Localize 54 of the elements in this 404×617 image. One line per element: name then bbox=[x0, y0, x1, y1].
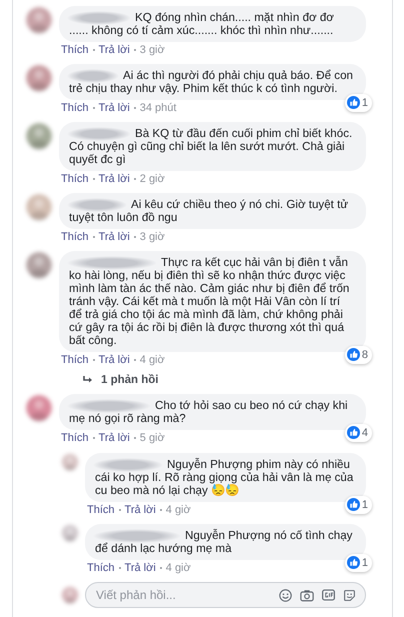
thumbs-up-icon bbox=[346, 556, 360, 570]
reply-arrow-icon bbox=[83, 376, 93, 384]
like-link[interactable]: Thích bbox=[87, 503, 115, 517]
reaction-badge[interactable]: 1 bbox=[344, 554, 372, 572]
reaction-count: 1 bbox=[362, 96, 368, 110]
reply-link[interactable]: Trả lời bbox=[124, 503, 156, 517]
gif-icon[interactable] bbox=[322, 589, 335, 601]
comment-text: Bà KQ từ đầu đến cuối phim chỉ biết khóc. Có chuyện gì cũng chỉ biết la lên sướt mướt. Chả giải quyết đc gì bbox=[69, 127, 354, 166]
reaction-count: 1 bbox=[362, 556, 368, 570]
reply-link[interactable]: Trả lời bbox=[98, 43, 130, 57]
comment-time: 3 giờ bbox=[140, 230, 165, 244]
comment-time: 2 giờ bbox=[140, 172, 165, 186]
comment-time: 4 giờ bbox=[166, 561, 191, 575]
like-link[interactable]: Thích bbox=[61, 101, 89, 115]
comment-text: Ai ác thì người đó phải chịu quả báo. Để con trẻ chịu thay như vậy. Phim kết thúc k có tình người. bbox=[69, 69, 354, 95]
reaction-badge[interactable]: 4 bbox=[344, 424, 372, 442]
reply-input[interactable]: Viết phản hồi... bbox=[85, 582, 366, 608]
thumbs-up-icon bbox=[346, 498, 360, 512]
thumbs-up-icon bbox=[346, 426, 360, 440]
like-link[interactable]: Thích bbox=[61, 353, 89, 367]
reaction-count: 8 bbox=[362, 348, 368, 362]
thumbs-up-icon bbox=[346, 96, 360, 110]
comment-time: 3 giờ bbox=[140, 43, 165, 57]
reply-link[interactable]: Trả lời bbox=[98, 101, 130, 115]
emoji-icon[interactable] bbox=[279, 588, 292, 602]
comment-time: 34 phút bbox=[140, 101, 176, 115]
comment-text: Nguyễn Phượng phim này có nhiều cái ko hợp lí. Rõ ràng giọng của hải vân là mẹ của cu beo mà nó lại chạy 😓😓 bbox=[95, 458, 354, 497]
reply-link[interactable]: Trả lời bbox=[98, 353, 130, 367]
like-link[interactable]: Thích bbox=[61, 431, 89, 445]
comment-time: 5 giờ bbox=[140, 431, 165, 445]
camera-icon[interactable] bbox=[300, 588, 314, 602]
comment-text: Nguyễn Phượng nó cố tình chạy để dánh lạc hướng mẹ mà bbox=[95, 529, 354, 555]
like-link[interactable]: Thích bbox=[87, 561, 115, 575]
comment-time: 4 giờ bbox=[140, 353, 165, 367]
reaction-count: 4 bbox=[362, 426, 368, 440]
reaction-count: 1 bbox=[362, 498, 368, 512]
reply-link[interactable]: Trả lời bbox=[124, 561, 156, 575]
comment-text: Cho tớ hỏi sao cu beo nó cứ chạy khi mẹ nó gọi rõ ràng mà? bbox=[69, 399, 349, 425]
like-link[interactable]: Thích bbox=[61, 43, 89, 57]
reply-link[interactable]: Trả lời bbox=[98, 230, 130, 244]
reaction-badge[interactable]: 1 bbox=[344, 496, 372, 514]
reply-link[interactable]: Trả lời bbox=[98, 172, 130, 186]
comment-text: Ai kêu cứ chiều theo ý nó chi. Giờ tuyệt tử tuyệt tôn luôn đồ ngu bbox=[69, 198, 350, 224]
like-link[interactable]: Thích bbox=[61, 172, 89, 186]
sticker-icon[interactable] bbox=[343, 588, 356, 602]
comment-text: KQ đóng nhìn chán..... mặt nhìn đơ đơ ...... không có tí cảm xúc....... khóc thì nhìn như....... bbox=[69, 11, 335, 37]
like-link[interactable]: Thích bbox=[61, 230, 89, 244]
thumbs-up-icon bbox=[346, 348, 360, 362]
view-replies-link[interactable]: 1 phản hồi bbox=[25, 373, 366, 387]
comment-text: Thực ra kết cục hải vân bị điên t vẫn ko hài lòng, nếu bị điên thì sẽ ko nhận thức được việc mình làm tàn ác thế nào. Cảm giác như bị điên để trốn tránh vậy. Cái kết mà t muốn là một Hải Vân còn lí trí để trả giá cho tội ác mà mình đã làm, chứ không phải cứ gây ra tội ác rồi bị điên là được thương xót thì quá bất công. bbox=[69, 256, 350, 347]
reply-link[interactable]: Trả lời bbox=[98, 431, 130, 445]
reaction-badge[interactable]: 8 bbox=[344, 346, 372, 364]
comment-time: 4 giờ bbox=[166, 503, 191, 517]
reaction-badge[interactable]: 1 bbox=[344, 94, 372, 112]
